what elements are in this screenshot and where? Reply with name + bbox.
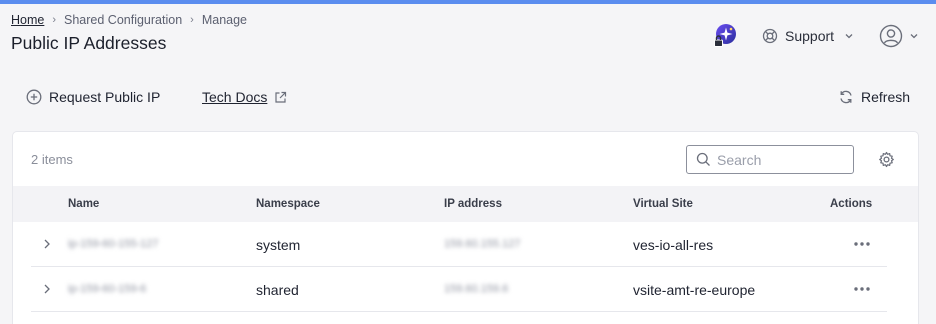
- table-header: Name Namespace IP address Virtual Site A…: [13, 186, 918, 222]
- support-label: Support: [785, 28, 835, 44]
- chevron-right-icon[interactable]: [42, 237, 52, 251]
- user-avatar-icon: [879, 24, 903, 48]
- column-header-virtual-site[interactable]: Virtual Site: [633, 198, 693, 210]
- external-link-icon: [275, 91, 287, 103]
- breadcrumb: Home › Shared Configuration › Manage: [11, 13, 247, 27]
- tech-docs-label: Tech Docs: [202, 89, 268, 105]
- cell-virtual-site: ves-io-all-res: [633, 237, 714, 253]
- cell-namespace: system: [256, 237, 301, 253]
- table-row[interactable]: ip-159-60-159-6 shared 159.60.159.6 vsit…: [31, 267, 887, 312]
- column-header-namespace[interactable]: Namespace: [256, 198, 320, 210]
- column-header-name[interactable]: Name: [68, 198, 99, 210]
- cell-ip-address: 159.60.155.127: [444, 238, 521, 250]
- more-actions-icon[interactable]: [853, 237, 871, 251]
- support-menu[interactable]: Support: [762, 24, 854, 48]
- table-settings-button[interactable]: [878, 151, 895, 168]
- search-box[interactable]: [686, 145, 854, 174]
- gear-icon: [879, 151, 894, 168]
- page-header: Home › Shared Configuration › Manage Pub…: [0, 4, 936, 64]
- cell-name[interactable]: ip-159-60-159-6: [68, 283, 146, 295]
- chevron-down-icon: [845, 34, 853, 39]
- request-public-ip-label: Request Public IP: [49, 89, 161, 105]
- tech-docs-link[interactable]: Tech Docs: [202, 86, 287, 108]
- cell-ip-address: 159.60.159.6: [444, 283, 509, 295]
- lifebuoy-icon: [762, 28, 778, 44]
- search-icon: [696, 152, 710, 166]
- search-input[interactable]: [717, 151, 847, 168]
- refresh-button[interactable]: Refresh: [838, 86, 910, 108]
- refresh-label: Refresh: [861, 89, 911, 105]
- breadcrumb-home-link[interactable]: Home: [11, 13, 44, 27]
- chevron-right-icon: ›: [190, 14, 194, 26]
- ai-assistant-button[interactable]: [712, 23, 738, 49]
- cell-name[interactable]: ip-159-60-155-127: [68, 238, 159, 250]
- column-header-ip-address[interactable]: IP address: [444, 198, 502, 210]
- refresh-icon: [840, 90, 852, 104]
- more-actions-icon[interactable]: [853, 282, 871, 296]
- toolbar: Request Public IP Tech Docs Refresh: [0, 78, 936, 116]
- cell-virtual-site: vsite-amt-re-europe: [633, 282, 756, 298]
- request-public-ip-button[interactable]: Request Public IP: [26, 86, 160, 108]
- cell-namespace: shared: [256, 282, 299, 298]
- chevron-right-icon[interactable]: [42, 282, 52, 296]
- chevron-right-icon: ›: [52, 14, 57, 26]
- table-row[interactable]: ip-159-60-155-127 system 159.60.155.127 …: [31, 222, 887, 267]
- page-title: Public IP Addresses: [11, 33, 167, 53]
- plus-circle-icon: [26, 89, 42, 105]
- ai-sparkle-icon: [714, 24, 736, 47]
- user-menu[interactable]: [879, 23, 919, 49]
- breadcrumb-current: Manage: [201, 13, 248, 27]
- breadcrumb-section[interactable]: Shared Configuration: [64, 13, 182, 27]
- chevron-down-icon: [910, 34, 918, 39]
- item-count: 2 items: [31, 152, 73, 167]
- table-card: 2 items Name Namespace IP address Virtua…: [12, 131, 919, 324]
- column-header-actions: Actions: [830, 198, 873, 210]
